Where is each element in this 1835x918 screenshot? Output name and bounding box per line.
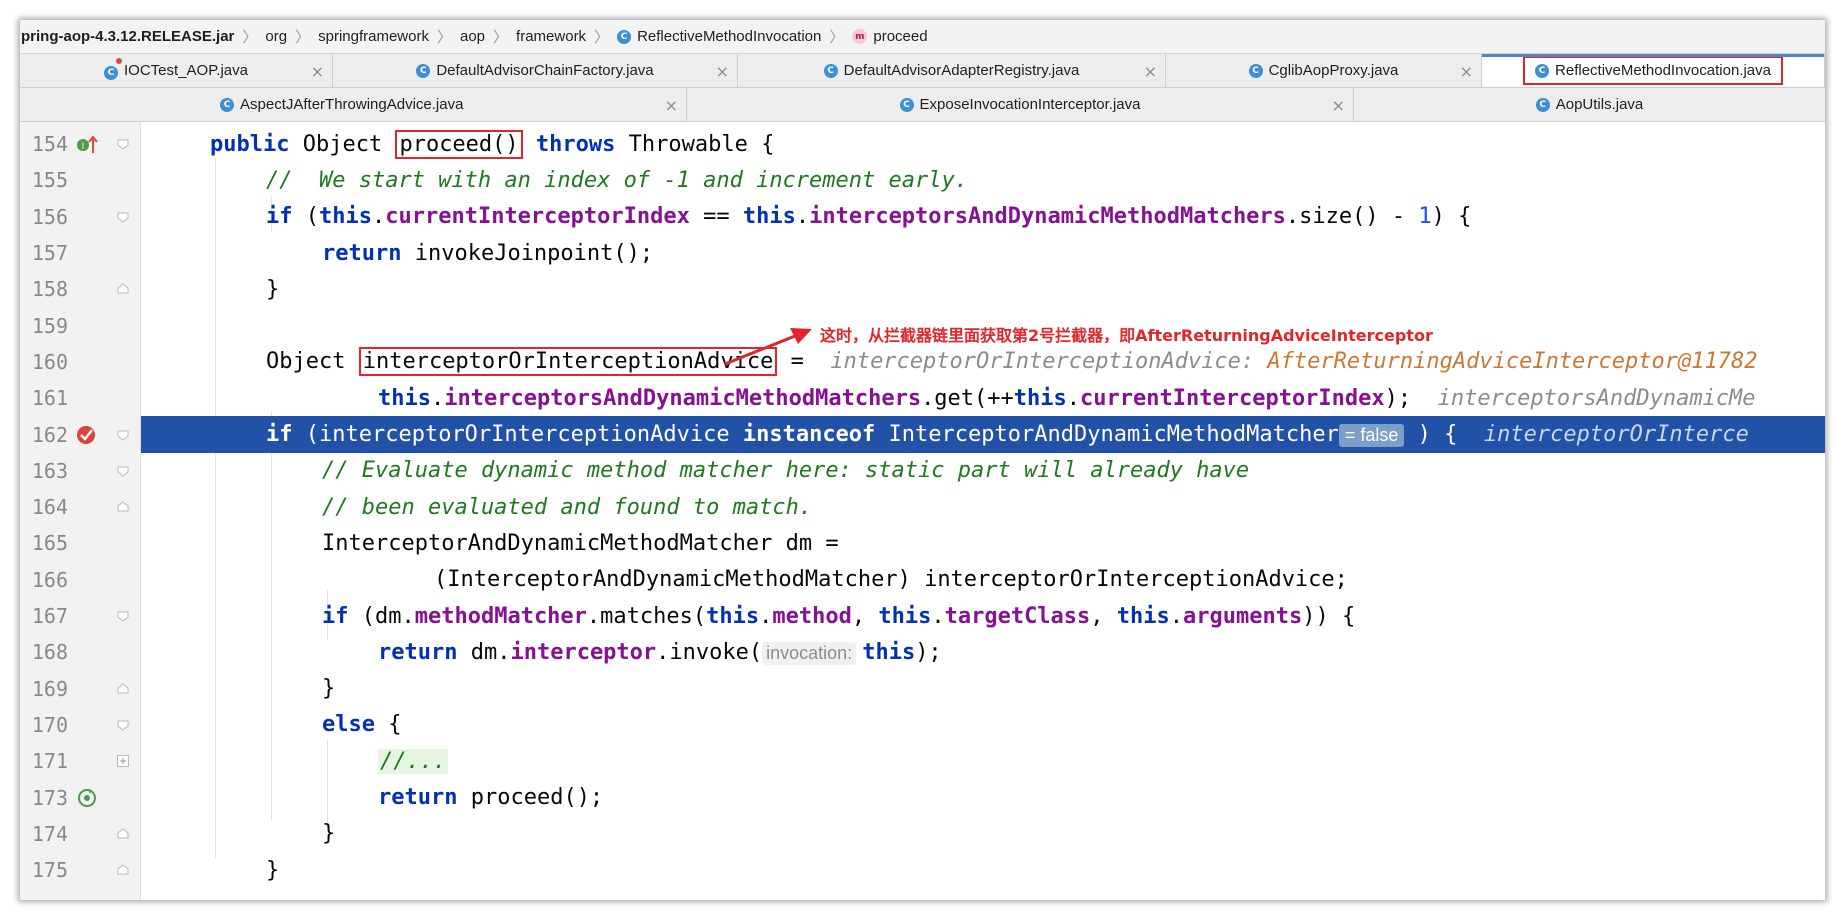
breadcrumb-separator-icon: 〉 bbox=[594, 29, 610, 46]
breadcrumb-separator-icon: 〉 bbox=[242, 29, 258, 46]
breadcrumb-item-springframework[interactable]: springframework bbox=[314, 28, 433, 45]
class-icon: C bbox=[617, 29, 632, 44]
tab-cglib-aop-proxy[interactable]: C CglibAopProxy.java × bbox=[1166, 54, 1482, 87]
breadcrumb-item-class[interactable]: C ReflectiveMethodInvocation bbox=[613, 28, 825, 45]
class-icon: C bbox=[1248, 63, 1263, 78]
breadcrumb-item-method[interactable]: m proceed bbox=[848, 28, 931, 45]
breadcrumb-item-framework[interactable]: framework bbox=[512, 28, 590, 45]
tab-aspectj-after-throwing-advice[interactable]: C AspectJAfterThrowingAdvice.java × bbox=[20, 88, 687, 121]
class-icon: C bbox=[1535, 63, 1550, 78]
tab-ioctest-aop[interactable]: C IOCTest_AOP.java × bbox=[20, 54, 333, 87]
annotation-text: 这时，从拦截器链里面获取第2号拦截器，即AfterReturningAdvice… bbox=[820, 326, 1433, 345]
class-icon: C bbox=[1535, 97, 1550, 112]
class-icon: C bbox=[823, 63, 838, 78]
close-icon[interactable]: × bbox=[1144, 62, 1157, 81]
class-icon: C bbox=[220, 97, 234, 112]
tab-aop-utils[interactable]: C AopUtils.java bbox=[1354, 88, 1825, 121]
breadcrumb: pring-aop-4.3.12.RELEASE.jar 〉 org 〉 spr… bbox=[20, 20, 1825, 54]
tab-reflective-method-invocation[interactable]: C ReflectiveMethodInvocation.java bbox=[1482, 54, 1825, 87]
close-icon[interactable]: × bbox=[665, 96, 678, 115]
breadcrumb-separator-icon: 〉 bbox=[493, 29, 509, 46]
editor-tabs-row-1: C IOCTest_AOP.java × C DefaultAdvisorCha… bbox=[20, 54, 1825, 88]
class-icon: C bbox=[899, 97, 914, 112]
close-icon[interactable]: × bbox=[1332, 96, 1345, 115]
annotation-arrow bbox=[724, 328, 812, 366]
breadcrumb-item-aop[interactable]: aop bbox=[456, 28, 489, 45]
code-editor[interactable]: 154 I public Object proceed() throws Thr… bbox=[20, 122, 1825, 900]
breadcrumb-separator-icon: 〉 bbox=[295, 29, 311, 46]
editor-tabs-row-2: C AspectJAfterThrowingAdvice.java × C Ex… bbox=[20, 88, 1825, 122]
breadcrumb-separator-icon: 〉 bbox=[829, 29, 845, 46]
tab-default-advisor-adapter-registry[interactable]: C DefaultAdvisorAdapterRegistry.java × bbox=[738, 54, 1166, 87]
class-icon: C bbox=[416, 63, 431, 78]
ide-window: pring-aop-4.3.12.RELEASE.jar 〉 org 〉 spr… bbox=[20, 20, 1825, 900]
active-tab-highlight: C ReflectiveMethodInvocation.java bbox=[1523, 56, 1783, 85]
tab-expose-invocation-interceptor[interactable]: C ExposeInvocationInterceptor.java × bbox=[687, 88, 1354, 121]
test-class-icon: C bbox=[104, 57, 124, 80]
breadcrumb-item-jar[interactable]: pring-aop-4.3.12.RELEASE.jar bbox=[20, 28, 238, 45]
close-icon[interactable]: × bbox=[716, 62, 729, 81]
tab-default-advisor-chain-factory[interactable]: C DefaultAdvisorChainFactory.java × bbox=[333, 54, 738, 87]
close-icon[interactable]: × bbox=[1460, 62, 1473, 81]
close-icon[interactable]: × bbox=[311, 62, 324, 81]
breadcrumb-item-org[interactable]: org bbox=[261, 28, 291, 45]
breadcrumb-separator-icon: 〉 bbox=[436, 29, 452, 46]
method-icon: m bbox=[852, 29, 868, 44]
